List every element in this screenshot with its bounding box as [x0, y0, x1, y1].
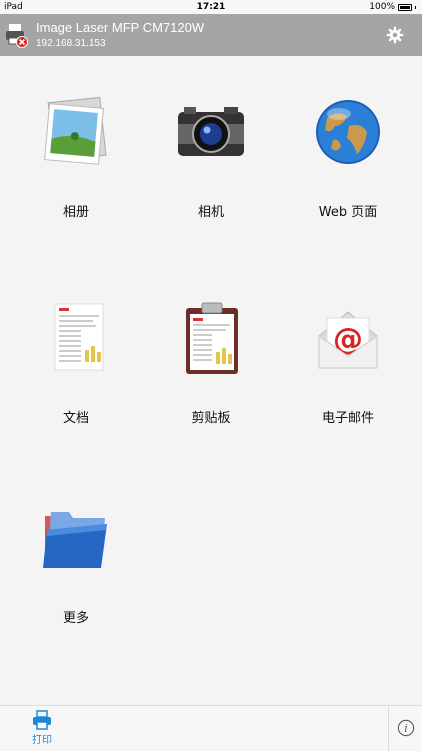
tile-label: Web 页面: [318, 205, 378, 220]
tile-label: 文档: [62, 411, 89, 426]
email-icon: @: [318, 311, 378, 369]
status-bar: iPad 17:21 100%: [0, 0, 422, 14]
app-header: Image Laser MFP CM7120W 192.168.31.153: [0, 14, 422, 56]
tile-documents[interactable]: 文档: [6, 262, 146, 426]
svg-text:i: i: [404, 722, 407, 735]
printer-ip: 192.168.31.153: [36, 38, 106, 49]
camera-icon: [178, 107, 244, 156]
clock: 17:21: [196, 2, 226, 12]
tile-label: 电子邮件: [321, 411, 374, 426]
printer-disconnected-icon[interactable]: [6, 22, 28, 48]
photo-album-icon: [44, 96, 107, 165]
tile-more[interactable]: 更多: [6, 462, 146, 626]
battery-icon: [398, 3, 412, 11]
gear-icon[interactable]: [386, 26, 404, 44]
tile-label: 更多: [62, 611, 89, 626]
tab-print[interactable]: 打印: [22, 710, 62, 750]
battery-status: 100%: [369, 2, 416, 12]
tile-web-page[interactable]: Web 页面: [278, 56, 418, 220]
globe-icon: [316, 100, 380, 164]
tab-print-label: 打印: [32, 735, 52, 746]
tile-label: 相机: [197, 205, 224, 220]
printer-name: Image Laser MFP CM7120W: [36, 20, 205, 35]
info-icon[interactable]: i: [397, 719, 415, 737]
tile-label: 相册: [62, 205, 89, 220]
tile-email[interactable]: @ 电子邮件: [278, 262, 418, 426]
tile-clipboard[interactable]: 剪贴板: [141, 262, 281, 426]
tab-divider: [388, 706, 389, 751]
tile-camera[interactable]: 相机: [141, 56, 281, 220]
tile-label: 剪贴板: [191, 411, 231, 426]
battery-percent: 100%: [369, 2, 395, 12]
tab-bar: 打印 i: [0, 705, 422, 751]
printer-icon: [33, 710, 51, 730]
tile-photos[interactable]: 相册: [6, 56, 146, 220]
clipboard-icon: [186, 302, 238, 374]
document-icon: [54, 303, 104, 371]
folder-icon: [43, 512, 107, 568]
